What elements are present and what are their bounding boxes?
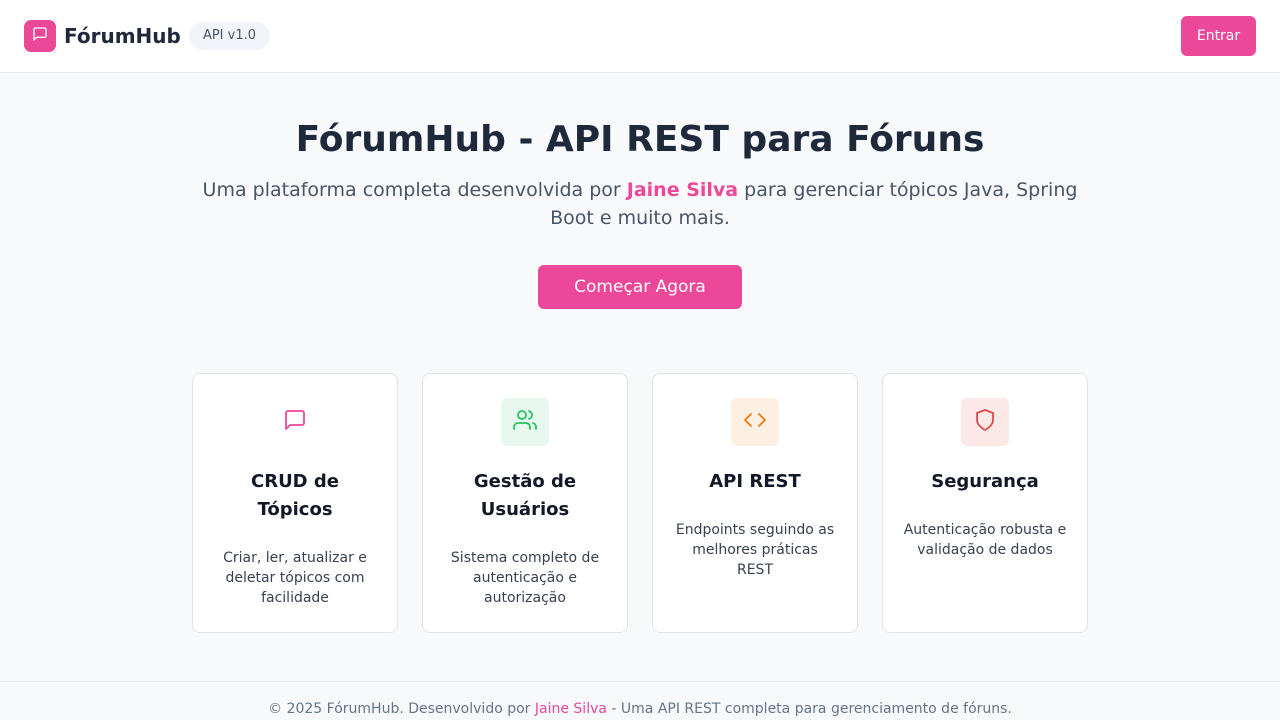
feature-title: Segurança bbox=[931, 471, 1039, 492]
feature-icon-box bbox=[961, 398, 1009, 446]
feature-description: Autenticação robusta e validação de dado… bbox=[903, 522, 1067, 558]
page-footer: © 2025 FórumHub. Desenvolvido por Jaine … bbox=[0, 681, 1280, 720]
brand-name[interactable]: FórumHub bbox=[64, 22, 181, 50]
feature-icon-box bbox=[271, 398, 319, 446]
footer-copyright: © 2025 FórumHub. Desenvolvido por bbox=[268, 701, 535, 717]
chat-bubble-icon bbox=[32, 26, 48, 46]
feature-title: Gestão de Usuários bbox=[473, 471, 577, 520]
footer-tagline: - Uma API REST completa para gerenciamen… bbox=[606, 701, 1012, 717]
top-navbar: FórumHub API v1.0 Entrar bbox=[0, 0, 1280, 73]
feature-title: CRUD de Tópicos bbox=[251, 471, 339, 520]
feature-card-api-rest: API REST Endpoints seguindo as melhores … bbox=[652, 373, 858, 633]
feature-card-users: Gestão de Usuários Sistema completo de a… bbox=[422, 373, 628, 633]
feature-icon-box bbox=[731, 398, 779, 446]
brand-logo[interactable] bbox=[24, 20, 56, 52]
hero-subtitle-text-start: Uma plataforma completa desenvolvida por bbox=[202, 179, 627, 201]
hero-subtitle: Uma plataforma completa desenvolvida por… bbox=[200, 176, 1080, 232]
get-started-button[interactable]: Começar Agora bbox=[538, 265, 742, 309]
feature-title: API REST bbox=[709, 471, 801, 492]
code-icon bbox=[743, 408, 767, 436]
feature-icon-box bbox=[501, 398, 549, 446]
login-button[interactable]: Entrar bbox=[1181, 16, 1256, 56]
api-version-badge: API v1.0 bbox=[189, 22, 270, 50]
feature-description: Endpoints seguindo as melhores práticas … bbox=[675, 522, 835, 578]
hero-author-name: Jaine Silva bbox=[626, 179, 739, 201]
feature-card-crud: CRUD de Tópicos Criar, ler, atualizar e … bbox=[192, 373, 398, 633]
feature-description: Sistema completo de autenticação e autor… bbox=[450, 550, 600, 606]
chat-bubble-icon bbox=[283, 408, 307, 436]
hero-title: FórumHub - API REST para Fóruns bbox=[295, 119, 985, 160]
users-icon bbox=[513, 408, 537, 436]
footer-author-link[interactable]: Jaine Silva bbox=[535, 701, 607, 717]
footer-text: © 2025 FórumHub. Desenvolvido por Jaine … bbox=[0, 699, 1280, 719]
shield-icon bbox=[973, 408, 997, 436]
feature-description: Criar, ler, atualizar e deletar tópicos … bbox=[223, 550, 367, 606]
feature-card-security: Segurança Autenticação robusta e validaç… bbox=[882, 373, 1088, 633]
